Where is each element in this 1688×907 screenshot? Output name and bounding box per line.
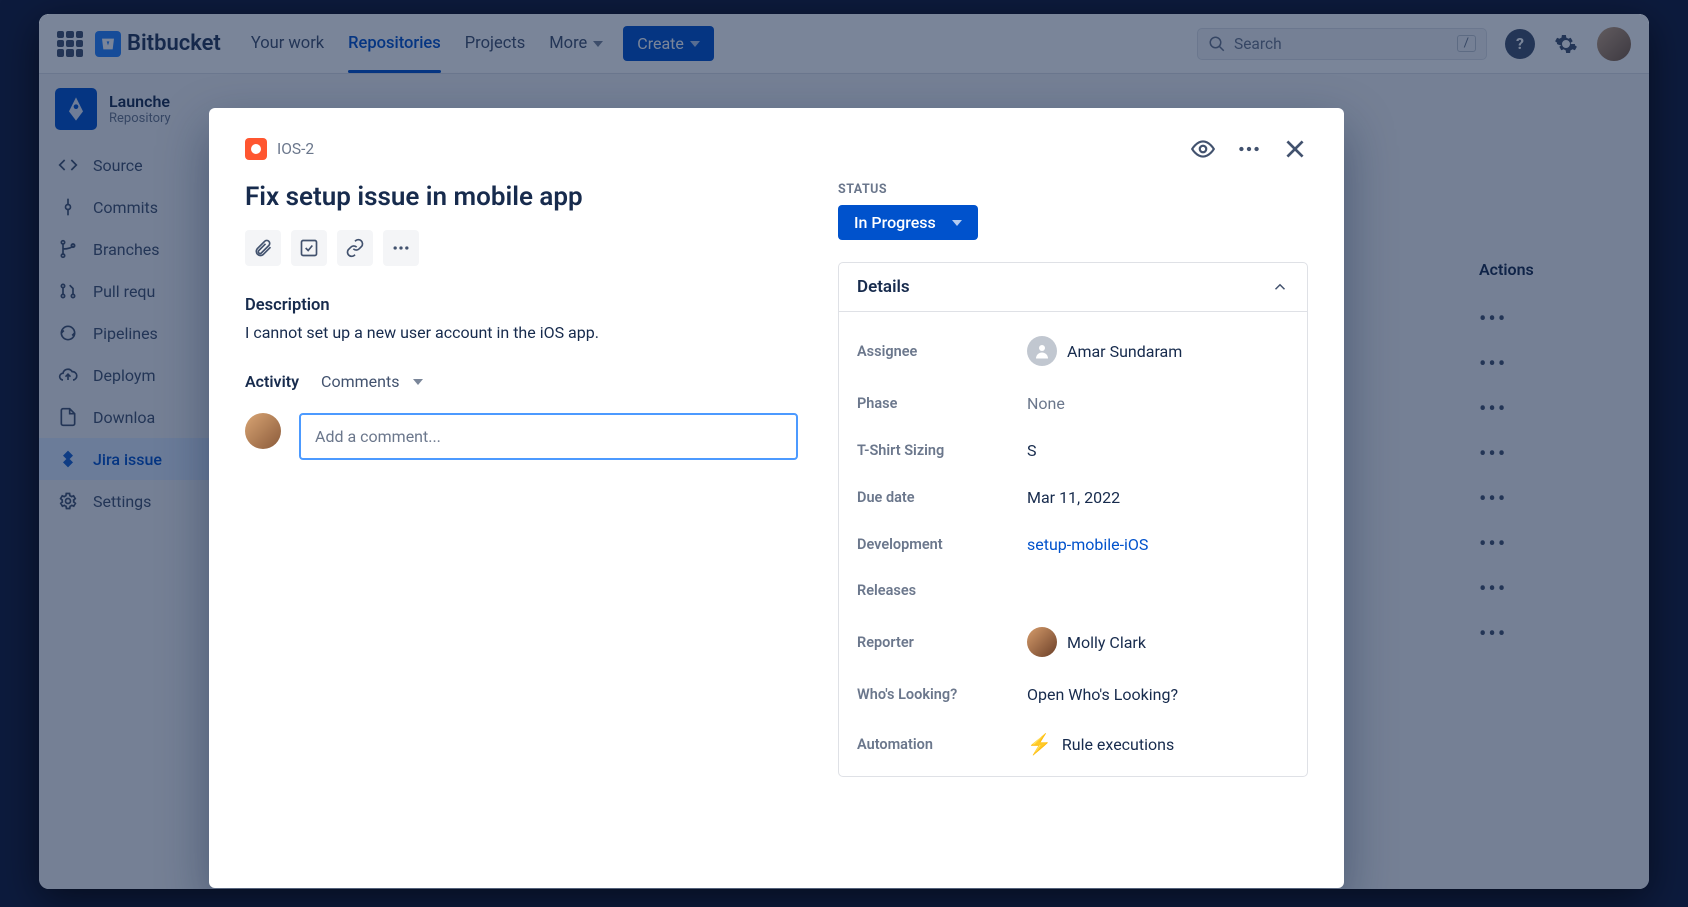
brand-text: Bitbucket bbox=[127, 31, 221, 56]
row-actions-2[interactable]: ••• bbox=[1479, 342, 1649, 387]
search-shortcut: / bbox=[1457, 35, 1476, 52]
jira-icon bbox=[57, 448, 79, 470]
file-icon bbox=[57, 406, 79, 428]
search-placeholder: Search bbox=[1234, 35, 1282, 53]
field-due-date[interactable]: Due date Mar 11, 2022 bbox=[857, 474, 1289, 521]
nav-repositories[interactable]: Repositories bbox=[348, 18, 441, 69]
field-automation[interactable]: Automation ⚡Rule executions bbox=[857, 718, 1289, 770]
checklist-button[interactable] bbox=[291, 230, 327, 266]
repo-type: Repository bbox=[109, 111, 171, 126]
row-actions-1[interactable]: ••• bbox=[1479, 297, 1649, 342]
watch-icon[interactable] bbox=[1190, 136, 1216, 162]
details-header[interactable]: Details bbox=[839, 263, 1307, 311]
attach-button[interactable] bbox=[245, 230, 281, 266]
nav-your-work[interactable]: Your work bbox=[251, 18, 324, 69]
description-label: Description bbox=[245, 296, 798, 315]
gear-icon bbox=[57, 490, 79, 512]
close-icon[interactable] bbox=[1282, 136, 1308, 162]
details-panel: Details Assignee Amar Sundaram Phase Non… bbox=[838, 262, 1308, 777]
settings-icon[interactable] bbox=[1553, 31, 1579, 57]
row-actions-7[interactable]: ••• bbox=[1479, 567, 1649, 612]
nav-more[interactable]: More bbox=[549, 18, 603, 69]
chevron-down-icon bbox=[593, 41, 603, 47]
chevron-down-icon bbox=[952, 220, 962, 226]
row-actions-6[interactable]: ••• bbox=[1479, 522, 1649, 567]
issue-main: Fix setup issue in mobile app Descriptio… bbox=[245, 182, 798, 777]
search-input[interactable]: Search / bbox=[1197, 28, 1487, 60]
field-phase[interactable]: Phase None bbox=[857, 380, 1289, 427]
actions-header: Actions bbox=[1479, 260, 1649, 279]
issue-type-icon[interactable] bbox=[245, 138, 267, 160]
branch-icon bbox=[57, 238, 79, 260]
issue-sidebar: STATUS In Progress Details Assignee Amar… bbox=[838, 182, 1308, 777]
help-icon[interactable]: ? bbox=[1505, 29, 1535, 59]
pull-request-icon bbox=[57, 280, 79, 302]
chevron-down-icon bbox=[413, 379, 423, 385]
topbar-right: Search / ? bbox=[1197, 27, 1631, 61]
user-avatar[interactable] bbox=[1597, 27, 1631, 61]
more-icon[interactable] bbox=[1236, 136, 1262, 162]
link-button[interactable] bbox=[337, 230, 373, 266]
field-assignee[interactable]: Assignee Amar Sundaram bbox=[857, 322, 1289, 380]
field-releases[interactable]: Releases bbox=[857, 568, 1289, 613]
activity-label: Activity bbox=[245, 372, 299, 391]
code-icon bbox=[57, 154, 79, 176]
reporter-avatar bbox=[1027, 627, 1057, 657]
top-nav: Your work Repositories Projects More bbox=[251, 18, 603, 69]
field-development[interactable]: Development setup-mobile-iOS bbox=[857, 521, 1289, 568]
comment-input[interactable]: Add a comment... bbox=[299, 413, 798, 460]
app-viewport: Bitbucket Your work Repositories Project… bbox=[39, 14, 1649, 889]
current-user-avatar bbox=[245, 413, 281, 449]
chevron-down-icon bbox=[690, 41, 700, 47]
commit-icon bbox=[57, 196, 79, 218]
cloud-up-icon bbox=[57, 364, 79, 386]
bolt-icon: ⚡ bbox=[1027, 732, 1052, 756]
topbar: Bitbucket Your work Repositories Project… bbox=[39, 14, 1649, 74]
status-dropdown[interactable]: In Progress bbox=[838, 205, 978, 240]
field-reporter[interactable]: Reporter Molly Clark bbox=[857, 613, 1289, 671]
description-text[interactable]: I cannot set up a new user account in th… bbox=[245, 323, 798, 342]
nav-projects[interactable]: Projects bbox=[465, 18, 526, 69]
issue-actions bbox=[245, 230, 798, 266]
field-tshirt-sizing[interactable]: T-Shirt Sizing S bbox=[857, 427, 1289, 474]
person-icon bbox=[1027, 336, 1057, 366]
actions-column: Actions ••• ••• ••• ••• ••• ••• ••• ••• bbox=[1479, 260, 1649, 657]
row-actions-3[interactable]: ••• bbox=[1479, 387, 1649, 432]
activity-filter[interactable]: Comments bbox=[321, 372, 423, 391]
app-switcher-icon[interactable] bbox=[57, 31, 83, 57]
issue-modal: IOS-2 Fix setup issue in mobile app Desc… bbox=[209, 108, 1344, 888]
issue-title[interactable]: Fix setup issue in mobile app bbox=[245, 182, 798, 212]
create-button[interactable]: Create bbox=[623, 26, 714, 61]
row-actions-4[interactable]: ••• bbox=[1479, 432, 1649, 477]
issue-key[interactable]: IOS-2 bbox=[277, 140, 314, 158]
row-actions-5[interactable]: ••• bbox=[1479, 477, 1649, 522]
chevron-up-icon bbox=[1271, 278, 1289, 296]
pipelines-icon bbox=[57, 322, 79, 344]
status-label: STATUS bbox=[838, 182, 1308, 197]
row-actions-8[interactable]: ••• bbox=[1479, 612, 1649, 657]
more-actions-button[interactable] bbox=[383, 230, 419, 266]
search-icon bbox=[1208, 35, 1226, 53]
repo-avatar-icon bbox=[55, 88, 97, 130]
brand-logo[interactable]: Bitbucket bbox=[95, 31, 221, 57]
repo-name: Launche bbox=[109, 92, 171, 111]
modal-header: IOS-2 bbox=[245, 136, 1308, 162]
field-whos-looking[interactable]: Who's Looking? Open Who's Looking? bbox=[857, 671, 1289, 718]
bitbucket-icon bbox=[95, 31, 121, 57]
